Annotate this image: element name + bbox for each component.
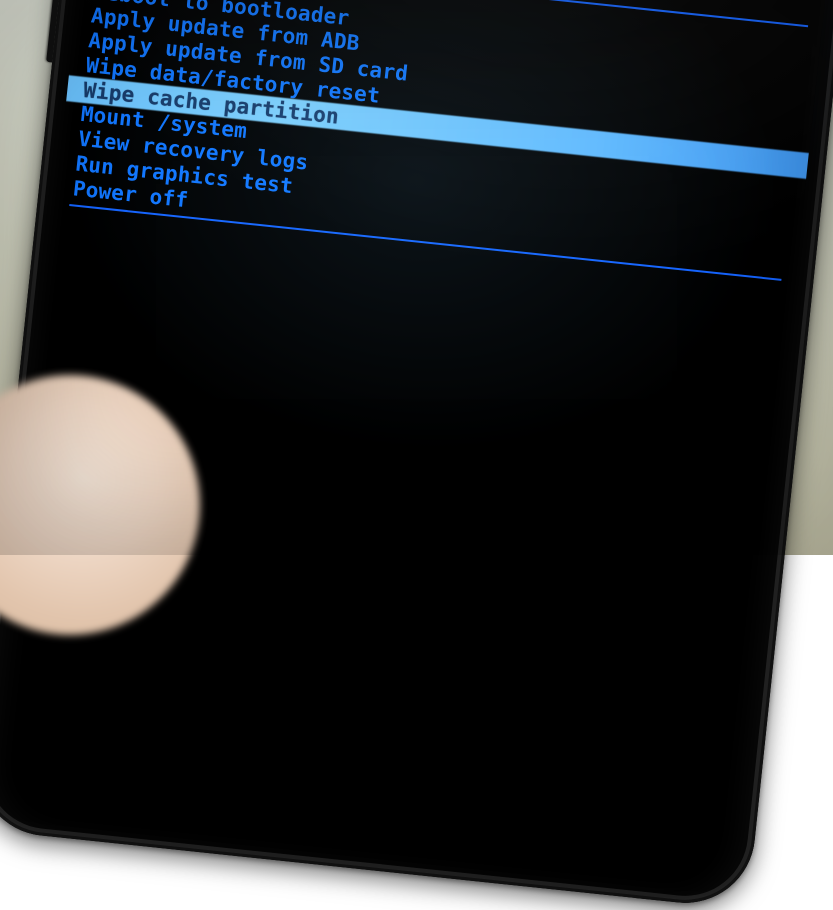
recovery-console: Android Recovery samsung/dream2qltesq/dr… <box>68 0 821 283</box>
